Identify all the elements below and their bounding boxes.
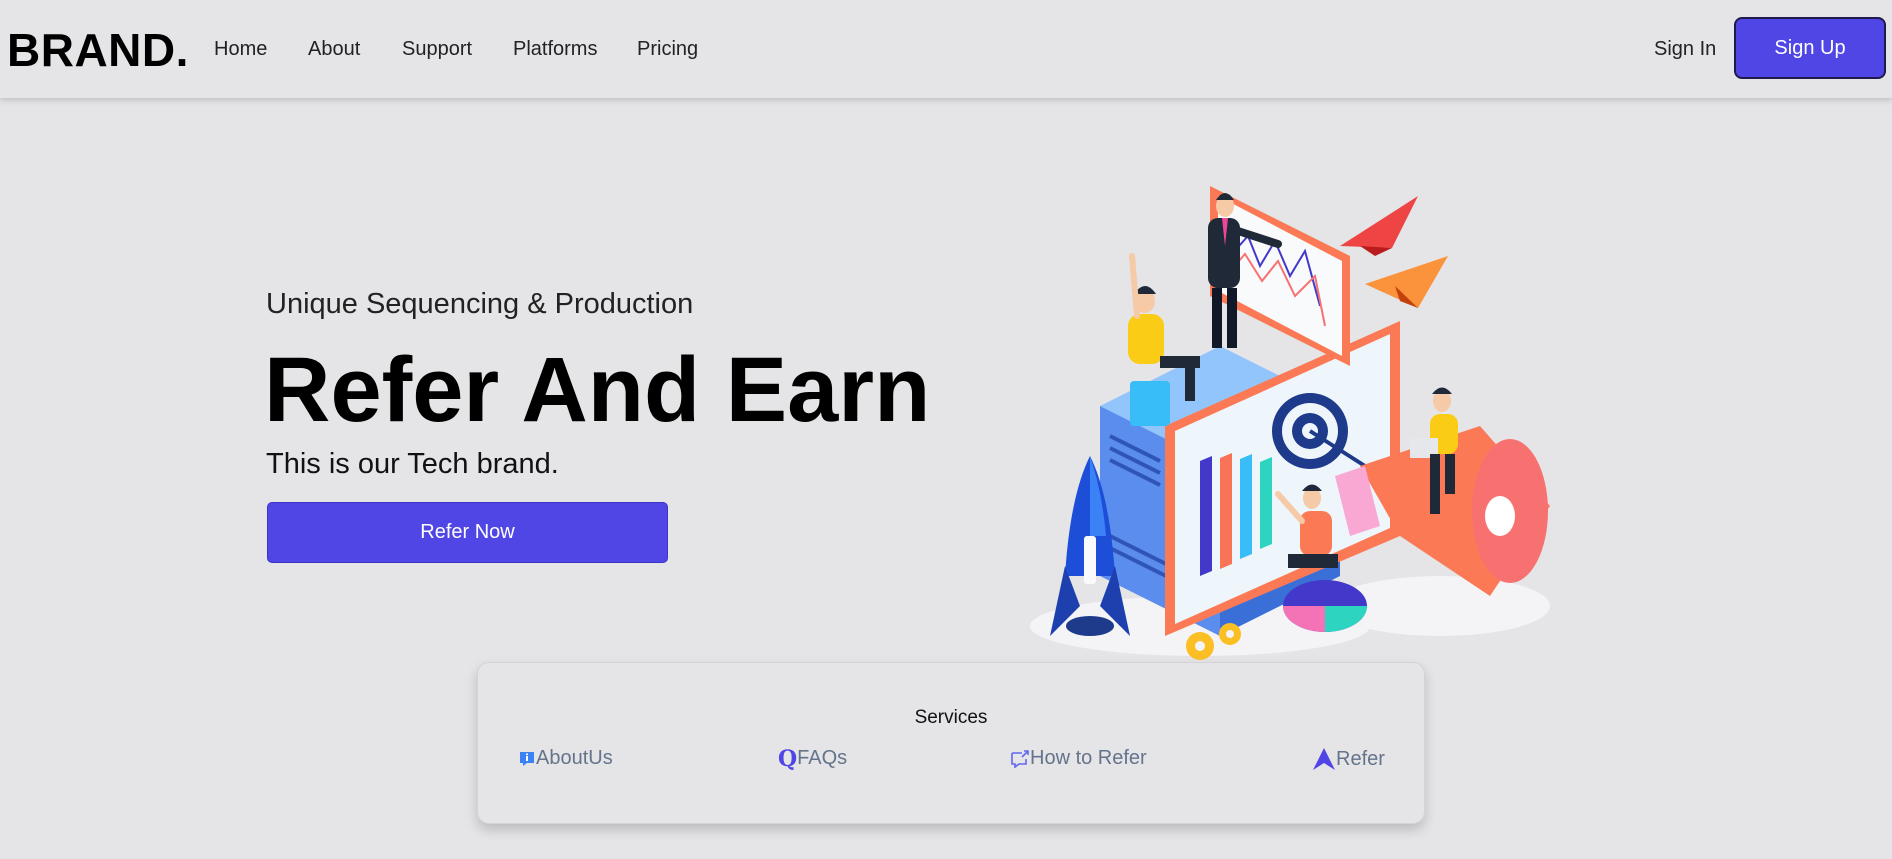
services-refer-label: Refer <box>1336 747 1385 770</box>
brand-logo[interactable]: BRAND. <box>7 22 189 78</box>
nav-about-link[interactable]: About <box>308 36 360 62</box>
services-faqs-label: FAQs <box>797 747 848 769</box>
nav-support-link[interactable]: Support <box>402 36 472 62</box>
sign-up-button[interactable]: Sign Up <box>1734 17 1886 79</box>
nav-pricing-link[interactable]: Pricing <box>637 36 698 62</box>
services-refer-link[interactable]: Refer <box>1312 747 1385 771</box>
services-card: Services AboutUs Q FAQs How to Refer Ref… <box>477 662 1425 824</box>
refer-now-button[interactable]: Refer Now <box>267 502 668 563</box>
hero-title: Refer And Earn <box>264 339 931 441</box>
hero-subtitle: Unique Sequencing & Production <box>266 288 694 320</box>
services-how-to-refer-link[interactable]: How to Refer <box>1010 747 1147 770</box>
nav-platforms-link[interactable]: Platforms <box>513 36 597 62</box>
services-aboutus-link[interactable]: AboutUs <box>518 747 613 770</box>
services-how-to-refer-label: How to Refer <box>1030 747 1147 769</box>
hero-description: This is our Tech brand. <box>266 448 559 480</box>
arrow-up-icon <box>1312 747 1336 771</box>
marketing-illustration <box>1030 186 1550 660</box>
info-icon <box>518 750 536 768</box>
services-faqs-link[interactable]: Q FAQs <box>778 747 847 770</box>
services-aboutus-label: AboutUs <box>536 747 613 769</box>
nav-home-link[interactable]: Home <box>214 36 267 62</box>
sign-in-link[interactable]: Sign In <box>1654 36 1716 62</box>
services-title: Services <box>914 707 988 728</box>
q-icon: Q <box>778 745 798 772</box>
navbar: BRAND. Home About Support Platforms Pric… <box>0 0 1892 98</box>
share-icon <box>1010 749 1030 768</box>
